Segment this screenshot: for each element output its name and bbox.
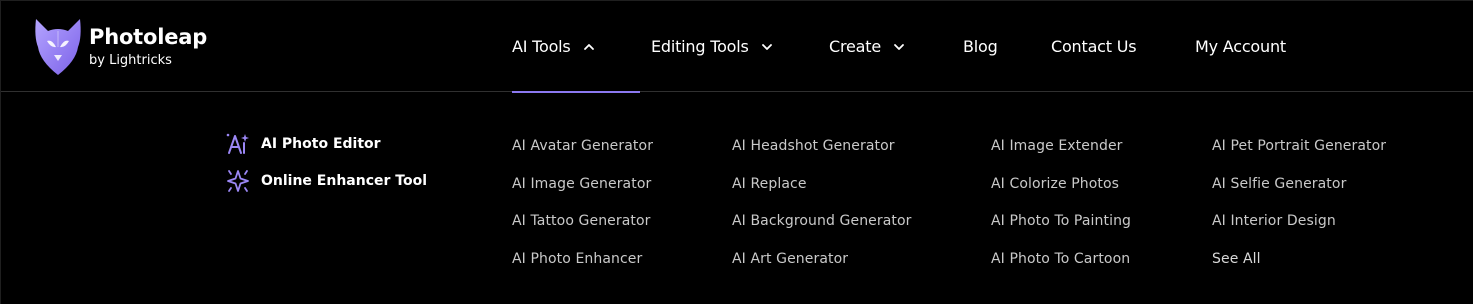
featured-ai-photo-editor-label: AI Photo Editor	[261, 136, 381, 152]
menu-link-see-all[interactable]: See All	[1212, 249, 1386, 269]
brand-tagline: by Lightricks	[89, 53, 172, 68]
site-header: Photoleap by Lightricks AI Tools Editing…	[1, 1, 1473, 93]
photoleap-fox-logo-icon	[35, 19, 81, 75]
featured-tools: AI Photo Editor Online Enhancer Tool	[225, 132, 427, 206]
page: Photoleap by Lightricks AI Tools Editing…	[0, 0, 1473, 304]
featured-online-enhancer-tool[interactable]: Online Enhancer Tool	[225, 169, 427, 193]
menu-column-3: AI Image Extender AI Colorize Photos AI …	[991, 136, 1131, 286]
ai-sparkle-icon	[226, 133, 249, 154]
brand-name: Photoleap	[89, 25, 208, 49]
chevron-down-icon	[894, 43, 904, 50]
menu-link-ai-avatar-generator[interactable]: AI Avatar Generator	[512, 136, 653, 156]
nav-ai-tools[interactable]: AI Tools	[512, 1, 640, 93]
chevron-down-icon	[761, 43, 772, 50]
menu-column-1: AI Avatar Generator AI Image Generator A…	[512, 136, 653, 286]
menu-link-ai-selfie-generator[interactable]: AI Selfie Generator	[1212, 174, 1386, 194]
nav-my-account[interactable]: My Account	[1195, 1, 1286, 92]
nav-contact-us[interactable]: Contact Us	[1051, 1, 1137, 92]
menu-link-ai-colorize-photos[interactable]: AI Colorize Photos	[991, 174, 1131, 194]
nav-blog[interactable]: Blog	[963, 1, 998, 92]
menu-link-ai-photo-to-painting[interactable]: AI Photo To Painting	[991, 211, 1131, 231]
menu-link-ai-photo-to-cartoon[interactable]: AI Photo To Cartoon	[991, 249, 1131, 269]
chevron-up-icon	[583, 43, 594, 50]
menu-link-ai-image-extender[interactable]: AI Image Extender	[991, 136, 1131, 156]
menu-link-ai-photo-enhancer[interactable]: AI Photo Enhancer	[512, 249, 653, 269]
menu-column-4: AI Pet Portrait Generator AI Selfie Gene…	[1212, 136, 1386, 286]
menu-link-ai-interior-design[interactable]: AI Interior Design	[1212, 211, 1386, 231]
nav-create-label: Create	[829, 37, 881, 56]
featured-online-enhancer-tool-label: Online Enhancer Tool	[261, 173, 428, 189]
menu-link-ai-background-generator[interactable]: AI Background Generator	[732, 211, 912, 231]
nav-contact-us-label: Contact Us	[1051, 37, 1137, 56]
menu-link-ai-headshot-generator[interactable]: AI Headshot Generator	[732, 136, 912, 156]
menu-link-ai-pet-portrait-generator[interactable]: AI Pet Portrait Generator	[1212, 136, 1386, 156]
menu-link-ai-art-generator[interactable]: AI Art Generator	[732, 249, 912, 269]
enhancer-sparkle-icon	[227, 170, 249, 192]
nav-ai-tools-label: AI Tools	[512, 37, 571, 56]
nav-create[interactable]: Create	[829, 1, 905, 92]
featured-ai-photo-editor[interactable]: AI Photo Editor	[225, 132, 427, 156]
nav-editing-tools[interactable]: Editing Tools	[651, 1, 773, 92]
nav-blog-label: Blog	[963, 37, 998, 56]
menu-link-ai-replace[interactable]: AI Replace	[732, 174, 912, 194]
logo-link[interactable]: Photoleap by Lightricks	[32, 16, 232, 78]
logo-text: Photoleap by Lightricks	[89, 25, 208, 68]
menu-link-ai-tattoo-generator[interactable]: AI Tattoo Generator	[512, 211, 653, 231]
menu-column-2: AI Headshot Generator AI Replace AI Back…	[732, 136, 912, 286]
nav-my-account-label: My Account	[1195, 37, 1286, 56]
nav-editing-tools-label: Editing Tools	[651, 37, 749, 56]
menu-link-ai-image-generator[interactable]: AI Image Generator	[512, 174, 653, 194]
